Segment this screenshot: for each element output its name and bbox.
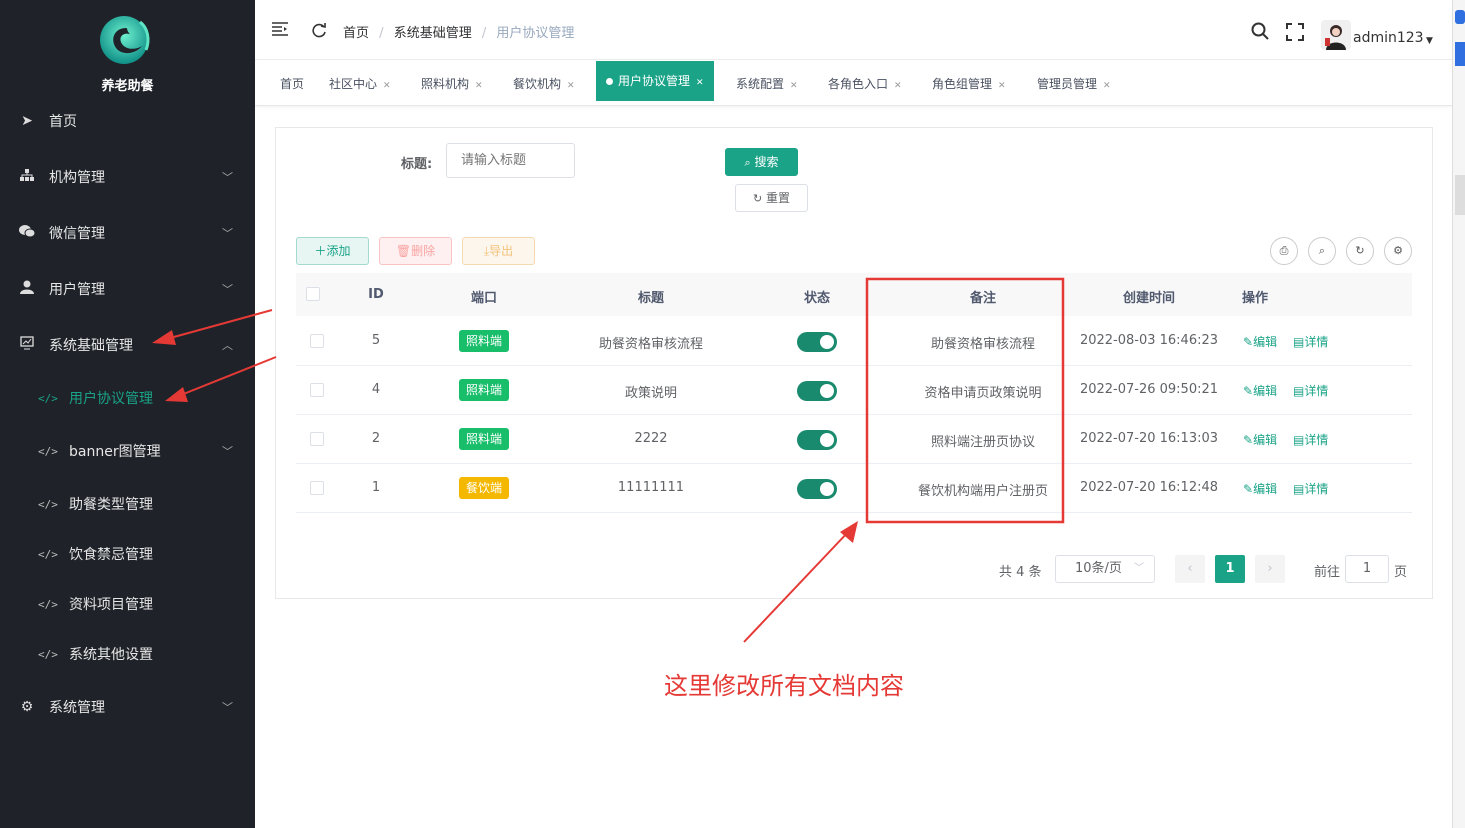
annotation-arrow-head [165,387,188,402]
annotation-text: 这里修改所有文档内容 [664,672,904,700]
annotation-highlight-box [865,277,1065,524]
annotation-arrow-head [840,521,858,543]
annotation-arrow-head [152,330,176,345]
annotation-arrow [743,529,851,643]
annotation-arrow [162,309,273,341]
annotation-arrow [175,356,277,398]
annotation-overlay [152,277,1065,643]
